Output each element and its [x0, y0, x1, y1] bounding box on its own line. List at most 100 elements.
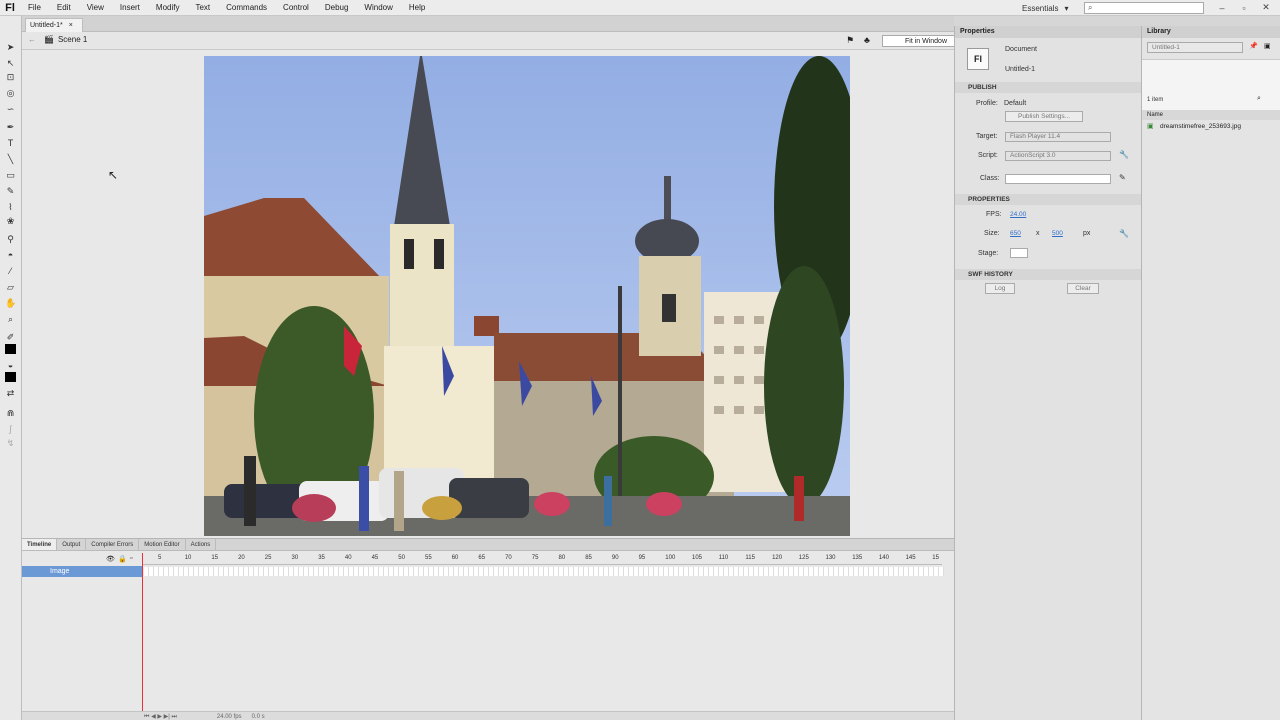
- edit-scene-icon[interactable]: ⚑: [846, 35, 854, 46]
- smooth-icon[interactable]: ∫: [5, 424, 16, 434]
- menu-modify[interactable]: Modify: [148, 0, 188, 16]
- width-value[interactable]: 650: [1010, 230, 1021, 237]
- search-icon[interactable]: ⌕: [1257, 95, 1261, 103]
- library-name-column-header[interactable]: Name: [1142, 110, 1280, 120]
- library-document-select[interactable]: Untitled-1: [1147, 42, 1243, 53]
- wrench-icon[interactable]: 🔧: [1119, 150, 1129, 159]
- frame-number: 60: [451, 555, 459, 561]
- properties-tab[interactable]: Properties: [955, 26, 1142, 38]
- properties-section-header[interactable]: PROPERTIES: [955, 194, 1142, 205]
- menu-file[interactable]: File: [20, 0, 49, 16]
- edit-class-pencil-icon[interactable]: ✎: [1119, 173, 1126, 182]
- free-transform-tool-icon[interactable]: ⊡: [5, 72, 16, 82]
- timeline-panel: Timeline Output Compiler Errors Motion E…: [22, 538, 954, 720]
- log-button[interactable]: Log: [985, 283, 1015, 294]
- menu-debug[interactable]: Debug: [317, 0, 357, 16]
- size-separator: x: [1036, 230, 1040, 237]
- document-settings-wrench-icon[interactable]: 🔧: [1119, 229, 1129, 238]
- outline-layers-icon[interactable]: ▫: [130, 555, 132, 562]
- height-value[interactable]: 500: [1052, 230, 1063, 237]
- tab-actions[interactable]: Actions: [186, 539, 217, 550]
- pen-tool-icon[interactable]: ✒: [5, 122, 16, 132]
- menu-control[interactable]: Control: [275, 0, 317, 16]
- menu-bar: Fl File Edit View Insert Modify Text Com…: [0, 0, 1280, 16]
- text-tool-icon[interactable]: T: [5, 138, 16, 148]
- menu-window[interactable]: Window: [356, 0, 400, 16]
- rectangle-tool-icon[interactable]: ▭: [5, 170, 16, 180]
- scene-icon: 🎬: [44, 35, 54, 44]
- 3d-rotation-tool-icon[interactable]: ◎: [5, 88, 16, 98]
- stage-photo-image[interactable]: [204, 56, 850, 536]
- eyedropper-tool-icon[interactable]: ⁄: [5, 266, 16, 276]
- layer-name[interactable]: Image: [22, 566, 142, 577]
- maximize-button[interactable]: ▫: [1236, 1, 1252, 14]
- stage[interactable]: [204, 56, 850, 536]
- fill-color-icon[interactable]: ◒: [5, 360, 16, 370]
- hand-tool-icon[interactable]: ✋: [5, 298, 16, 308]
- close-window-button[interactable]: ✕: [1258, 1, 1274, 14]
- swap-colors-icon[interactable]: ⇄: [5, 388, 16, 398]
- zoom-tool-icon[interactable]: ⌕: [5, 314, 16, 324]
- selection-tool-icon[interactable]: ➤: [5, 42, 16, 52]
- menu-text[interactable]: Text: [187, 0, 218, 16]
- pasteboard[interactable]: ↖: [22, 50, 954, 538]
- swf-history-section-header[interactable]: SWF HISTORY: [955, 269, 1142, 280]
- deco-tool-icon[interactable]: ❀: [5, 216, 16, 226]
- frame-number: 10: [184, 555, 192, 561]
- playhead[interactable]: [142, 553, 143, 719]
- pencil-tool-icon[interactable]: ✎: [5, 186, 16, 196]
- library-item[interactable]: ▣ dreamstimefree_253693.jpg: [1142, 122, 1280, 132]
- tab-compiler-errors[interactable]: Compiler Errors: [86, 539, 140, 550]
- stage-color-swatch[interactable]: [1010, 248, 1028, 258]
- frame-ruler[interactable]: 5 10 15 20 25 30 35 40 45 50 55 60 65 70 75 80 85 90 95 100…: [142, 553, 942, 565]
- snap-to-objects-icon[interactable]: ⋒: [5, 408, 16, 418]
- frame-number: 90: [611, 555, 619, 561]
- clear-button[interactable]: Clear: [1067, 283, 1099, 294]
- menu-insert[interactable]: Insert: [112, 0, 148, 16]
- target-select[interactable]: Flash Player 11.4: [1005, 132, 1111, 142]
- eraser-tool-icon[interactable]: ▱: [5, 282, 16, 292]
- workspace-switcher[interactable]: Essentials ▾: [1022, 2, 1072, 14]
- scene-breadcrumb[interactable]: 🎬 Scene 1: [44, 35, 87, 44]
- publish-section-header[interactable]: PUBLISH: [955, 82, 1142, 93]
- document-tab[interactable]: Untitled-1* ×: [25, 18, 83, 32]
- tab-timeline[interactable]: Timeline: [22, 539, 58, 550]
- script-select[interactable]: ActionScript 3.0: [1005, 151, 1111, 161]
- fill-color-swatch[interactable]: [5, 372, 16, 382]
- minimize-button[interactable]: –: [1214, 1, 1230, 14]
- new-library-panel-icon[interactable]: ▣: [1264, 42, 1271, 50]
- lock-layers-icon[interactable]: 🔒: [118, 555, 127, 563]
- close-tab-icon[interactable]: ×: [69, 22, 73, 29]
- pin-library-icon[interactable]: 📌: [1249, 42, 1258, 50]
- frame-number: 65: [478, 555, 486, 561]
- bone-tool-icon[interactable]: ⚲: [5, 234, 16, 244]
- menu-commands[interactable]: Commands: [218, 0, 275, 16]
- layer-frames[interactable]: [144, 567, 944, 576]
- back-arrow-icon[interactable]: ←: [28, 35, 36, 44]
- layer-row[interactable]: Image: [22, 566, 954, 577]
- fps-label: FPS:: [986, 211, 1002, 218]
- tab-output[interactable]: Output: [57, 539, 87, 550]
- menu-view[interactable]: View: [79, 0, 112, 16]
- stroke-color-swatch[interactable]: [5, 344, 16, 354]
- playback-controls-icon[interactable]: ⏮ ◀ ▶ ▶| ⏭: [144, 713, 177, 720]
- edit-symbols-icon[interactable]: ♣: [864, 35, 870, 45]
- straighten-icon[interactable]: ↯: [5, 438, 16, 448]
- publish-settings-button[interactable]: Publish Settings...: [1005, 111, 1083, 122]
- lasso-tool-icon[interactable]: ∽: [5, 104, 16, 114]
- paint-bucket-tool-icon[interactable]: ◓: [5, 250, 16, 260]
- document-icon: Fl: [967, 48, 989, 70]
- menu-edit[interactable]: Edit: [49, 0, 79, 16]
- show-hide-layers-icon[interactable]: 👁: [106, 555, 115, 563]
- class-input[interactable]: [1005, 174, 1111, 184]
- tab-motion-editor[interactable]: Motion Editor: [139, 539, 186, 550]
- subselection-tool-icon[interactable]: ↖: [5, 58, 16, 68]
- stroke-color-icon[interactable]: ✐: [5, 332, 16, 342]
- fps-value[interactable]: 24.00: [1010, 211, 1026, 218]
- line-tool-icon[interactable]: ╲: [5, 154, 16, 164]
- menu-help[interactable]: Help: [401, 0, 433, 16]
- library-tab[interactable]: Library: [1142, 26, 1280, 38]
- brush-tool-icon[interactable]: ⌇: [5, 202, 16, 212]
- help-search-input[interactable]: ⌕: [1084, 2, 1204, 14]
- library-item-count: 1 item: [1147, 97, 1164, 103]
